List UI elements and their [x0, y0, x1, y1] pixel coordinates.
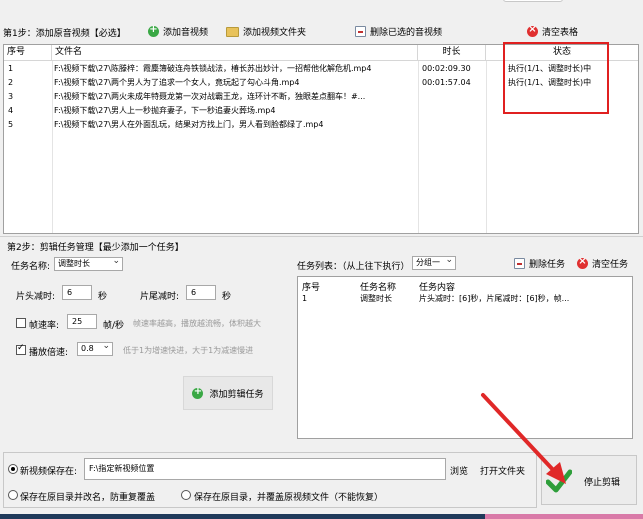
row-filename: F:\视频下载\27\男人上一秒抛弃妻子，下一秒追妻火葬场.mp4	[54, 106, 276, 115]
delete-selected-label: 删除已选的音视频	[370, 28, 443, 38]
group-select[interactable]: 分组一	[412, 254, 456, 270]
col-header-filename[interactable]: 文件名	[52, 45, 418, 61]
open-folder-button[interactable]: 打开文件夹	[480, 464, 525, 477]
rename-radio[interactable]	[8, 490, 18, 500]
taskbar-edge	[0, 514, 643, 519]
section-divider	[0, 236, 643, 237]
speed-label: 播放倍速:	[29, 348, 69, 358]
row-no: 1	[8, 64, 14, 73]
framerate-hint: 帧速率越高，播放越流畅，体积越大	[133, 319, 261, 328]
tail-cut-input[interactable]: 6	[186, 285, 216, 300]
tail-cut-label: 片尾减时:	[140, 292, 180, 302]
row-duration: 00:02:09.30	[422, 64, 471, 73]
task-row-no: 1	[302, 294, 308, 303]
overwrite-radio[interactable]	[181, 490, 191, 500]
new-location-radio[interactable]	[8, 464, 18, 474]
delete-task-button[interactable]: 删除任务	[514, 257, 565, 270]
close-circle-icon	[527, 24, 538, 37]
head-cut-unit: 秒	[98, 292, 108, 302]
stop-edit-label: 停止剪辑	[584, 478, 621, 488]
row-filename: F:\视频下载\27\男人在外面乱玩，结果对方找上门，男人看到脸都绿了.mp4	[54, 120, 324, 129]
delete-list-icon	[514, 258, 525, 269]
window-top-strip	[0, 0, 643, 22]
framerate-checkbox[interactable]	[16, 318, 26, 328]
taskbar-accent	[485, 514, 643, 519]
clear-table-label: 清空表格	[542, 28, 579, 38]
add-icon	[148, 24, 159, 37]
delete-selected-button[interactable]: 删除已选的音视频	[355, 25, 442, 38]
framerate-label: 帧速率:	[29, 321, 60, 331]
add-icon	[192, 386, 204, 399]
new-location-label: 新视频保存在:	[20, 467, 78, 477]
row-no: 2	[8, 78, 14, 87]
browse-button[interactable]: 浏览	[450, 464, 468, 477]
task-list-label: 任务列表：（从上往下执行）	[297, 262, 410, 272]
row-filename: F:\视频下载\27\两火未成年特聂龙第一次对战霸王龙，连环计不断，独眼差点翻车…	[54, 92, 366, 101]
status-highlight-box	[503, 42, 609, 114]
task-name-select[interactable]: 调整时长	[54, 255, 123, 271]
clear-tasks-button[interactable]: 清空任务	[577, 256, 629, 270]
add-task-button[interactable]: 添加剪辑任务	[183, 376, 273, 410]
add-media-button[interactable]: 添加音视频	[148, 24, 209, 38]
add-media-label: 添加音视频	[163, 28, 209, 38]
col-header-duration[interactable]: 时长	[418, 45, 486, 61]
table-row[interactable]: 1 调整时长 片头减时：[6]秒，片尾减时：[6]秒，帧...	[298, 292, 632, 306]
stop-edit-button[interactable]: 停止剪辑	[541, 455, 637, 505]
speed-checkbox[interactable]	[16, 343, 26, 355]
row-no: 5	[8, 120, 14, 129]
row-filename: F:\视频下载\27\两个男人为了追求一个女人，竟玩起了勾心斗角.mp4	[54, 78, 300, 87]
delete-list-icon	[355, 26, 366, 37]
task-name-label: 任务名称:	[11, 262, 51, 272]
folder-icon	[226, 26, 239, 37]
speed-hint: 低于1为增速快进，大于1为减速慢进	[123, 346, 254, 355]
clear-table-button[interactable]: 清空表格	[527, 24, 579, 38]
col-header-no[interactable]: 序号	[4, 45, 52, 61]
table-row[interactable]: 5 F:\视频下载\27\男人在外面乱玩，结果对方找上门，男人看到脸都绿了.mp…	[4, 118, 638, 132]
framerate-input[interactable]: 25	[67, 314, 97, 329]
row-duration: 00:01:57.04	[422, 78, 471, 87]
row-no: 4	[8, 106, 14, 115]
head-cut-input[interactable]: 6	[62, 285, 92, 300]
task-table[interactable]: 序号 任务名称 任务内容 1 调整时长 片头减时：[6]秒，片尾减时：[6]秒，…	[297, 276, 633, 439]
head-cut-label: 片头减时:	[16, 292, 56, 302]
add-folder-button[interactable]: 添加视频文件夹	[226, 25, 306, 38]
add-task-label: 添加剪辑任务	[209, 389, 264, 400]
speed-select[interactable]: 0.8	[77, 340, 113, 356]
overwrite-option-label: 保存在原目录，并覆盖原视频文件（不能恢复）	[194, 493, 384, 503]
delete-task-label: 删除任务	[529, 260, 566, 270]
top-cutoff-control	[503, 0, 563, 2]
check-icon	[546, 469, 572, 493]
output-path-input[interactable]: F:\指定新视频位置	[84, 458, 446, 480]
framerate-unit: 帧/秒	[103, 321, 125, 331]
row-no: 3	[8, 92, 14, 101]
task-row-name: 调整时长	[360, 294, 392, 303]
task-row-content: 片头减时：[6]秒，片尾减时：[6]秒，帧...	[419, 294, 570, 303]
clear-tasks-label: 清空任务	[592, 260, 629, 270]
tail-cut-unit: 秒	[222, 292, 232, 302]
step1-label: 第1步：添加原音视频【必选】	[3, 29, 126, 39]
step2-label: 第2步：剪辑任务管理【最少添加一个任务】	[7, 243, 184, 253]
add-folder-label: 添加视频文件夹	[243, 28, 307, 38]
rename-option-label: 保存在原目录并改名，防重复覆盖	[20, 493, 156, 503]
row-filename: F:\视频下载\27\陈滕梓：霞麋簿破连舟铁锁战法，椿长苏出妙计，一招帮他化解危…	[54, 64, 372, 73]
close-circle-icon	[577, 256, 588, 269]
